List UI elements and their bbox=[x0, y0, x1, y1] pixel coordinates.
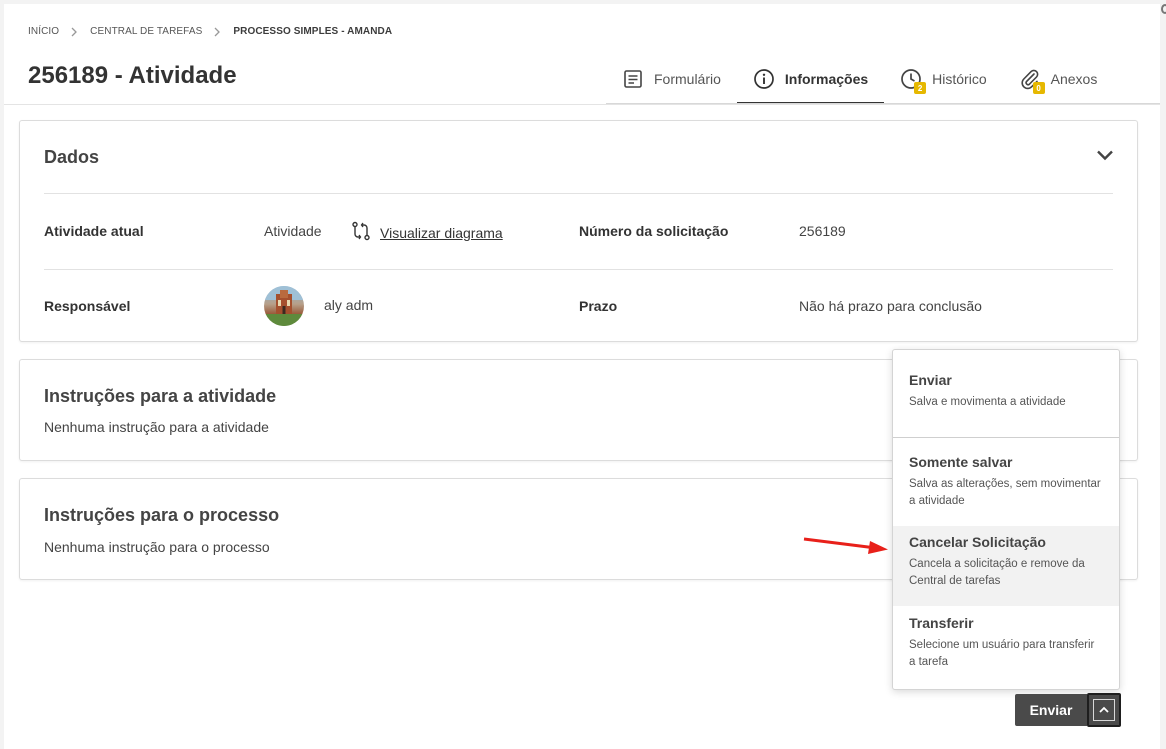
tab-label: Informações bbox=[784, 71, 869, 87]
diagram-icon bbox=[350, 220, 372, 245]
breadcrumb: INÍCIO CENTRAL DE TAREFAS PROCESSO SIMPL… bbox=[28, 26, 392, 37]
view-diagram-link[interactable]: Visualizar diagrama bbox=[350, 220, 503, 245]
breadcrumb-home[interactable]: INÍCIO bbox=[28, 26, 59, 37]
numero-solicitacao-value: 256189 bbox=[799, 223, 846, 239]
chevron-right-icon bbox=[214, 27, 221, 37]
tab-historico[interactable]: 2 Histórico bbox=[884, 54, 1002, 104]
tab-bar: Formulário Informações 2 Histórico 0 Ane… bbox=[606, 54, 1113, 104]
process-instructions-text: Nenhuma instrução para o processo bbox=[44, 539, 270, 555]
red-arrow-annotation bbox=[803, 537, 888, 554]
history-count-badge: 2 bbox=[914, 82, 927, 94]
scroll-indicator-icon bbox=[1161, 4, 1166, 14]
prazo-label: Prazo bbox=[579, 298, 618, 314]
atividade-atual-label: Atividade atual bbox=[44, 223, 144, 239]
numero-solicitacao-label: Número da solicitação bbox=[579, 223, 729, 239]
menu-item-enviar[interactable]: Enviar Salva e movimenta a atividade bbox=[893, 372, 1119, 411]
process-instructions-title: Instruções para o processo bbox=[44, 505, 280, 525]
divider bbox=[44, 269, 1113, 270]
page-title: 256189 - Atividade bbox=[28, 62, 237, 89]
menu-divider bbox=[893, 437, 1119, 438]
tab-label: Histórico bbox=[932, 71, 987, 87]
tab-label: Formulário bbox=[654, 71, 721, 87]
menu-item-somente-salvar[interactable]: Somente salvar Salva as alterações, sem … bbox=[893, 454, 1119, 510]
chevron-right-icon bbox=[71, 27, 78, 37]
attachments-count-badge: 0 bbox=[1032, 82, 1045, 94]
window-edge bbox=[1160, 0, 1166, 749]
avatar bbox=[264, 286, 304, 326]
chevron-down-icon[interactable] bbox=[1095, 145, 1115, 165]
tab-informacoes[interactable]: Informações bbox=[736, 54, 885, 104]
view-diagram-text: Visualizar diagrama bbox=[380, 224, 503, 241]
header-divider bbox=[4, 104, 1160, 105]
clock-icon: 2 bbox=[900, 68, 927, 94]
activity-instructions-text: Nenhuma instrução para a atividade bbox=[44, 419, 269, 435]
form-icon bbox=[622, 68, 644, 90]
prazo-value: Não há prazo para conclusão bbox=[799, 298, 982, 314]
menu-item-desc: Cancela a solicitação e remove da Centra… bbox=[909, 558, 1085, 587]
send-options-toggle[interactable] bbox=[1087, 693, 1121, 727]
menu-item-cancelar-solicitacao[interactable]: Cancelar Solicitação Cancela a solicitaç… bbox=[893, 526, 1119, 606]
atividade-atual-value: Atividade bbox=[264, 223, 322, 239]
info-icon bbox=[753, 68, 775, 90]
menu-item-transferir[interactable]: Transferir Selecione um usuário para tra… bbox=[893, 615, 1119, 671]
menu-item-desc: Selecione um usuário para transferir a t… bbox=[909, 639, 1095, 668]
menu-item-desc: Salva e movimenta a atividade bbox=[909, 396, 1066, 408]
responsavel-value: aly adm bbox=[324, 297, 374, 313]
paperclip-icon: 0 bbox=[1019, 68, 1045, 94]
menu-item-title: Transferir bbox=[909, 615, 974, 631]
breadcrumb-task-center[interactable]: CENTRAL DE TAREFAS bbox=[90, 26, 202, 37]
dados-title: Dados bbox=[44, 147, 100, 167]
menu-item-title: Enviar bbox=[909, 372, 952, 388]
chevron-up-icon bbox=[1093, 699, 1115, 721]
breadcrumb-current: PROCESSO SIMPLES - AMANDA bbox=[233, 26, 393, 37]
menu-item-desc: Salva as alterações, sem movimentar a at… bbox=[909, 478, 1101, 507]
dados-card: Dados Atividade atual Atividade Visualiz… bbox=[19, 120, 1138, 342]
menu-item-title: Somente salvar bbox=[909, 454, 1013, 470]
send-options-menu: Enviar Salva e movimenta a atividade Som… bbox=[892, 349, 1120, 690]
tab-formulario[interactable]: Formulário bbox=[606, 54, 737, 104]
activity-instructions-title: Instruções para a atividade bbox=[44, 386, 277, 406]
menu-item-title: Cancelar Solicitação bbox=[909, 534, 1046, 550]
page: INÍCIO CENTRAL DE TAREFAS PROCESSO SIMPL… bbox=[4, 4, 1160, 749]
send-button[interactable]: Enviar bbox=[1015, 694, 1087, 726]
responsavel-label: Responsável bbox=[44, 298, 131, 314]
tab-anexos[interactable]: 0 Anexos bbox=[1003, 54, 1114, 104]
tab-label: Anexos bbox=[1050, 71, 1098, 87]
divider bbox=[44, 193, 1113, 194]
